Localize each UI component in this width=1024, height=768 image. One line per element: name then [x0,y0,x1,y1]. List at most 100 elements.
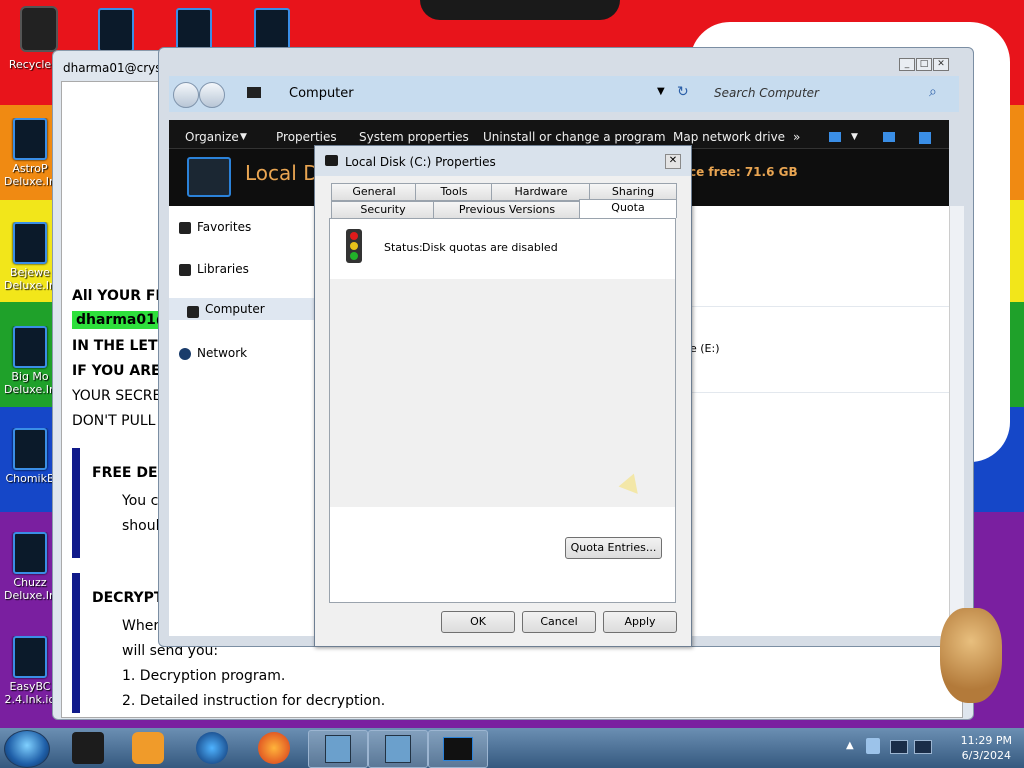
chevron-down-icon[interactable]: ▼ [657,86,665,97]
green-light [350,252,358,260]
refresh-icon[interactable]: ↻ [677,84,689,100]
tab-tools[interactable]: Tools [415,183,493,201]
taskbar-explorer-button[interactable] [428,730,488,768]
cancel-button[interactable]: Cancel [522,611,596,633]
scrollbar[interactable] [949,206,964,636]
properties-button[interactable]: Properties [276,130,337,144]
minimize-button[interactable]: _ [899,58,915,71]
desktop-icon-astropop[interactable]: AstroP Deluxe.In [0,118,60,188]
recycle-bin-icon[interactable] [20,6,58,52]
note-section-bar [72,448,80,558]
installer-icon [385,735,411,763]
network-icon [179,347,191,360]
window-title: dharma01@crysis [63,61,172,75]
preview-pane-icon[interactable] [883,132,895,142]
desktop-icon-label: Big Mo Deluxe.In [4,370,56,396]
desktop-app-icon[interactable] [254,8,290,52]
nav-computer[interactable]: Computer [169,298,319,320]
chevron-down-icon: ▼ [240,132,247,142]
firefox-icon[interactable] [258,732,290,764]
map-network-drive-button[interactable]: Map network drive [673,130,785,144]
note-heading: DECRYPT [92,590,164,606]
note-line: DON'T PULL [72,413,156,429]
nav-libraries[interactable]: Libraries [179,262,249,276]
desktop-icon-chomik[interactable]: ChomikB [0,428,60,485]
app-icon [13,222,47,264]
yellow-light [350,242,358,250]
tab-previous-versions[interactable]: Previous Versions [433,201,581,219]
dialog-title: Local Disk (C:) Properties [345,155,496,169]
desktop-app-icon[interactable] [98,8,134,52]
maximize-button[interactable]: □ [916,58,932,71]
volume-tray-icon[interactable] [914,740,932,754]
nav-label: Network [197,346,248,360]
note-line: IF YOU ARE [72,363,161,379]
red-light [350,232,358,240]
clock[interactable]: 11:29 PM 6/3/2024 [961,733,1012,763]
organize-menu[interactable]: Organize [185,130,239,144]
tab-general[interactable]: General [331,183,417,201]
tray-expand-icon[interactable]: ▲ [846,740,854,751]
system-properties-button[interactable]: System properties [359,130,469,144]
hamster-image [940,608,1002,703]
network-tray-icon[interactable] [890,740,908,754]
desktop-icon-bigmoney[interactable]: Big Mo Deluxe.In [0,326,60,396]
computer-icon [247,87,261,98]
desktop-icon-recycle[interactable]: Recycle [0,58,60,71]
more-button[interactable]: » [793,130,800,144]
drive-e-label[interactable]: e (E:) [690,342,720,355]
note-line: YOUR SECRE [72,388,162,404]
apply-button[interactable]: Apply [603,611,677,633]
help-icon[interactable] [919,132,931,144]
back-button[interactable] [173,82,199,108]
uninstall-button[interactable]: Uninstall or change a program [483,130,666,144]
desktop-icon-bejeweled[interactable]: Bejewe Deluxe.In [0,222,60,292]
chevron-down-icon[interactable]: ▼ [851,132,858,142]
tab-quota[interactable]: Quota [579,199,677,218]
taskbar-app-button[interactable] [308,730,368,768]
close-button[interactable]: ✕ [665,154,681,169]
clock-date: 6/3/2024 [961,749,1012,762]
status-value: Disk quotas are disabled [422,241,558,254]
start-button[interactable] [4,730,50,768]
taskbar-app-button[interactable] [368,730,428,768]
desktop-icon-easybcd[interactable]: EasyBC 2.4.lnk.id [0,636,60,706]
status-area: Status: Disk quotas are disabled [330,219,675,279]
explorer-pinned-icon[interactable] [72,732,104,764]
desktop-icon-label: AstroP Deluxe.In [4,162,56,188]
desktop-app-icon[interactable] [176,8,212,52]
desktop-icon-label: ChomikB [5,472,55,485]
app-icon [13,532,47,574]
note-line: All YOUR FI [72,288,161,304]
ok-button[interactable]: OK [441,611,515,633]
properties-dialog[interactable]: Local Disk (C:) Properties ✕ General Too… [314,145,692,647]
nav-network[interactable]: Network [179,346,247,360]
computer-icon [443,737,473,761]
note-line: shoul [122,518,160,534]
note-line: Wher [122,618,160,634]
drive-icon [187,157,231,197]
desktop-icon-label: Chuzz Deluxe.In [4,576,56,602]
search-icon[interactable]: ⌕ [929,84,937,100]
security-tray-icon[interactable] [866,738,880,754]
app-icon [13,118,47,160]
library-icon [179,263,191,276]
tab-hardware[interactable]: Hardware [491,183,591,201]
desktop-icon-label: EasyBC 2.4.lnk.id [4,680,56,706]
tab-security[interactable]: Security [331,201,435,219]
close-button[interactable]: ✕ [933,58,949,71]
dialog-titlebar[interactable]: Local Disk (C:) Properties [315,146,691,176]
quota-entries-button[interactable]: Quota Entries... [565,537,662,559]
note-heading: FREE DEC [92,465,168,481]
note-section-bar [72,573,80,713]
nav-favorites[interactable]: Favorites [179,220,251,234]
search-input[interactable]: Search Computer [714,86,819,100]
wallpaper-shape [420,0,620,20]
globe-icon[interactable] [196,732,228,764]
drive-title: Local D [245,161,319,185]
address-text[interactable]: Computer [289,86,354,101]
media-player-icon[interactable] [132,732,164,764]
view-icon[interactable] [829,132,841,142]
forward-button[interactable] [199,82,225,108]
desktop-icon-chuzzle[interactable]: Chuzz Deluxe.In [0,532,60,602]
